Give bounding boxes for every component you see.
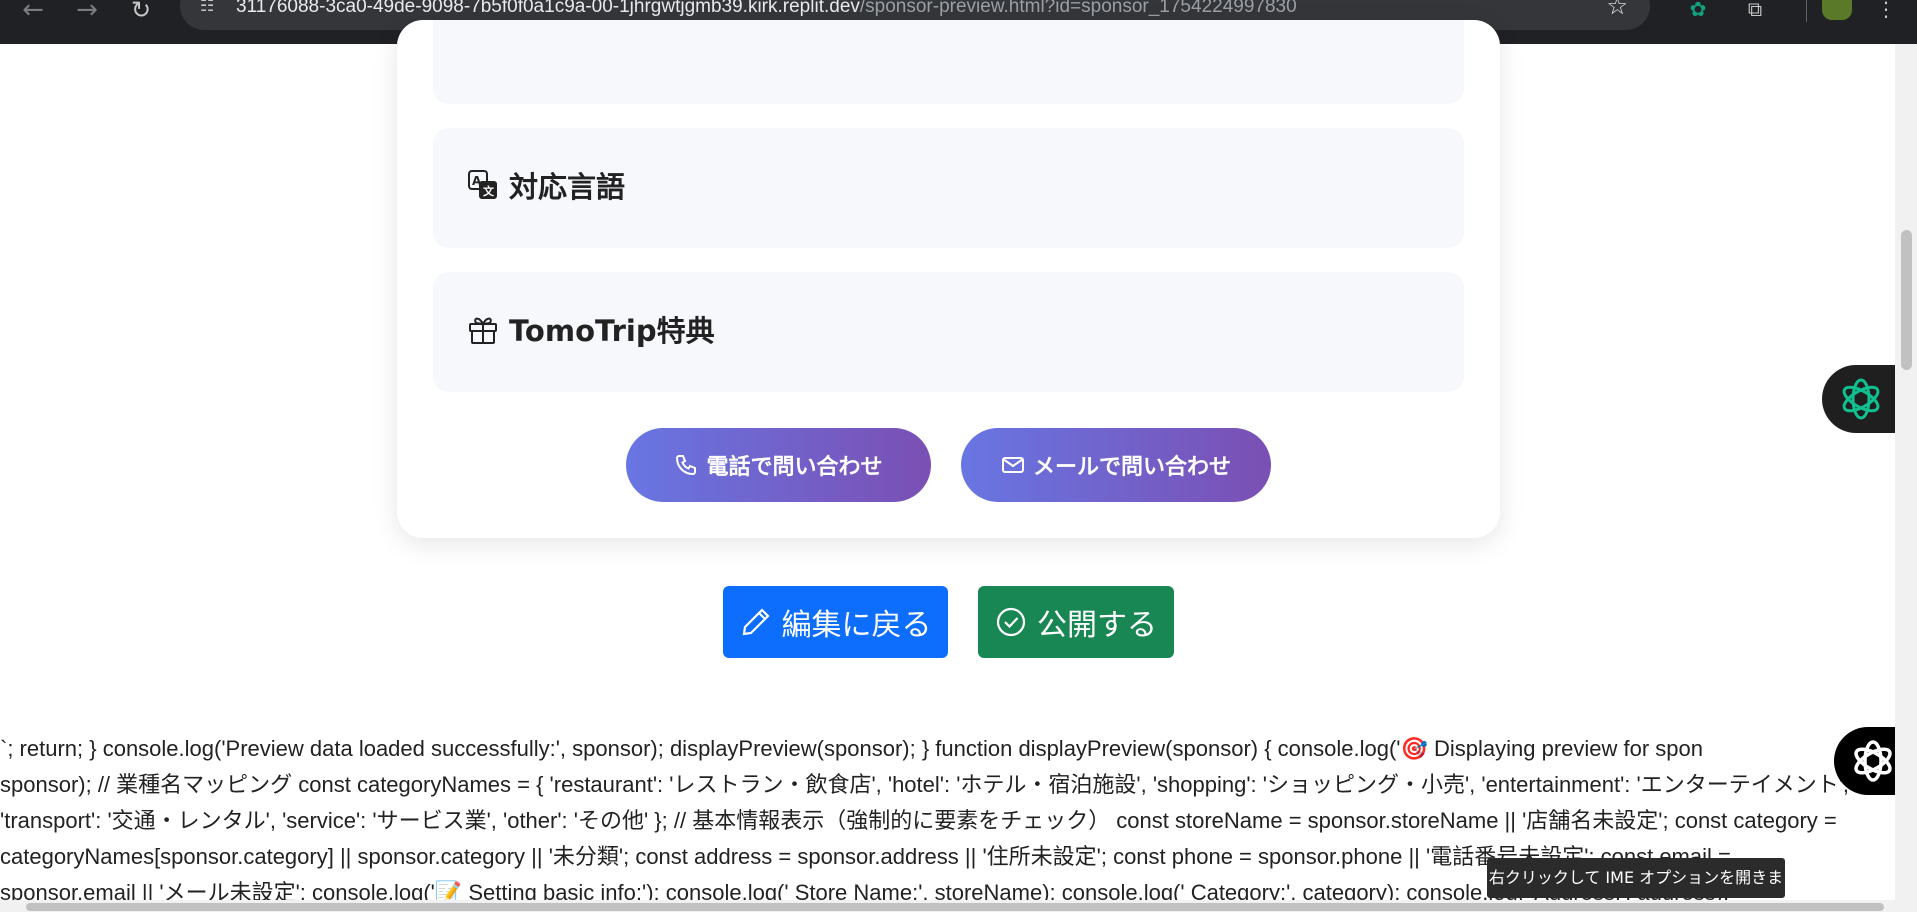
gift-icon bbox=[469, 317, 497, 344]
ime-tooltip: 右クリックして IME オプションを開きます bbox=[1487, 858, 1785, 912]
phone-inquiry-button[interactable]: 電話で問い合わせ bbox=[626, 428, 931, 502]
forward-arrow-icon[interactable]: → bbox=[70, 0, 104, 23]
languages-title: 対応言語 bbox=[509, 170, 626, 204]
check-circle-icon bbox=[996, 607, 1026, 637]
kebab-menu-icon[interactable]: ⋮ bbox=[1876, 0, 1896, 22]
svg-text:文: 文 bbox=[483, 184, 495, 198]
publish-button[interactable]: 公開する bbox=[978, 586, 1174, 658]
translate-icon: A 文 bbox=[468, 170, 497, 199]
languages-section: A 文 対応言語 bbox=[433, 128, 1464, 248]
code-text-line: sponsor); // 業種名マッピング const categoryName… bbox=[0, 772, 1850, 797]
preview-section-top bbox=[433, 20, 1464, 104]
openai-logo-icon bbox=[1854, 740, 1892, 782]
mail-inquiry-label: メールで問い合わせ bbox=[1032, 455, 1231, 480]
back-to-edit-label: 編集に戻る bbox=[781, 608, 932, 643]
phone-inquiry-label: 電話で問い合わせ bbox=[706, 455, 883, 480]
vertical-scrollbar[interactable] bbox=[1895, 44, 1917, 912]
code-text-line: `; return; } console.log('Preview data l… bbox=[0, 736, 1704, 761]
sponsor-preview-card: A 文 対応言語 TomoTrip特典 電話で問い合わせ メールで問い合わせ bbox=[397, 20, 1500, 538]
perks-title: TomoTrip特典 bbox=[509, 314, 715, 348]
chatgpt-extension-icon[interactable]: ✿ bbox=[1686, 0, 1710, 22]
profile-avatar-icon[interactable] bbox=[1822, 0, 1852, 20]
code-text-line: 'transport': '交通・レンタル', 'service': 'サービス… bbox=[0, 808, 1837, 833]
mail-inquiry-button[interactable]: メールで問い合わせ bbox=[961, 428, 1271, 502]
envelope-icon bbox=[1001, 457, 1024, 473]
toolbar-divider bbox=[1806, 0, 1807, 22]
phone-icon bbox=[676, 455, 697, 476]
back-to-edit-button[interactable]: 編集に戻る bbox=[723, 586, 948, 658]
perks-section: TomoTrip特典 bbox=[433, 272, 1464, 392]
vertical-scrollbar-thumb[interactable] bbox=[1901, 230, 1912, 370]
pencil-icon bbox=[742, 608, 770, 636]
chatgpt-logo-icon bbox=[1842, 378, 1880, 420]
reload-icon[interactable]: ↻ bbox=[124, 0, 158, 22]
url-text[interactable]: 31176088-3ca0-49de-9098-7b5f0f0a1c9a-00-… bbox=[236, 0, 1297, 22]
code-text-line: categoryNames[sponsor.category] || spons… bbox=[0, 844, 1731, 869]
site-settings-icon[interactable]: ☷ bbox=[200, 0, 222, 14]
extensions-puzzle-icon[interactable]: ⧉ bbox=[1742, 0, 1768, 22]
publish-label: 公開する bbox=[1037, 608, 1157, 643]
horizontal-scrollbar-thumb[interactable] bbox=[26, 903, 1884, 911]
bookmark-star-icon[interactable]: ☆ bbox=[1606, 0, 1628, 18]
back-arrow-icon[interactable]: ← bbox=[16, 0, 50, 23]
